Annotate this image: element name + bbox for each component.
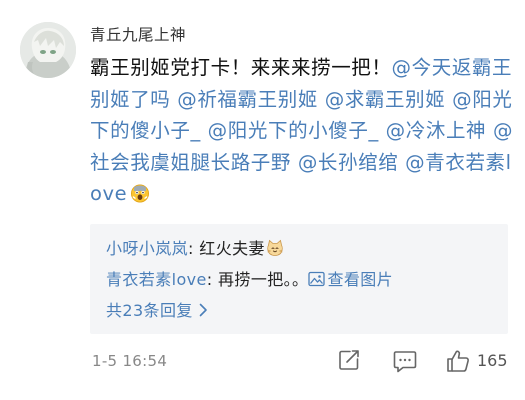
reply-item: 青衣若素love: 再捞一把。。 查看图片	[106, 266, 393, 290]
comment-card: 青丘九尾上神 霸王别姬党打卡！来来来捞一把！@今天返霸王别姬了吗 @祈福霸王别姬…	[0, 0, 525, 400]
view-image-label: 查看图片	[327, 270, 394, 289]
comment-button[interactable]	[392, 348, 418, 374]
reply-username[interactable]: 青衣若素love	[106, 270, 207, 289]
more-replies-label: 共23条回复	[106, 301, 193, 320]
fearful-face-emoji	[130, 181, 150, 203]
comment-timestamp: 1-5 16:54	[92, 352, 168, 370]
chevron-right-icon	[199, 302, 208, 321]
share-icon	[339, 350, 359, 370]
avatar-image	[20, 22, 76, 78]
image-icon	[308, 271, 326, 287]
comment-username[interactable]: 青丘九尾上神	[90, 23, 186, 45]
comment-intro-text: 霸王别姬党打卡！来来来捞一把！	[90, 56, 392, 79]
reply-separator: :	[206, 270, 219, 289]
view-image-link[interactable]: 查看图片	[308, 270, 393, 289]
mention-link[interactable]: @长孙绾绾	[298, 151, 399, 174]
like-button[interactable]: 165	[445, 348, 515, 374]
reply-separator: :	[188, 239, 200, 258]
avatar[interactable]	[20, 22, 76, 78]
share-button[interactable]	[337, 348, 361, 374]
mention-link[interactable]: @祈福霸王别姬	[177, 88, 318, 111]
mention-link[interactable]: @冷沐上神	[386, 119, 487, 142]
more-replies-link[interactable]: 共23条回复	[106, 297, 208, 321]
mention-link[interactable]: @阳光下的小傻子_	[208, 119, 379, 142]
thumbs-up-icon	[447, 350, 469, 372]
reply-item: 小呀小岚岚: 红火夫妻	[106, 235, 284, 259]
cat-face-emoji	[266, 239, 284, 257]
comment-icon	[393, 351, 417, 373]
reply-text: 红火夫妻	[199, 239, 265, 258]
mention-link[interactable]: @求霸王别姬	[325, 88, 446, 111]
like-count: 165	[477, 351, 508, 370]
reply-username[interactable]: 小呀小岚岚	[106, 239, 188, 258]
reply-list: 小呀小岚岚: 红火夫妻 青衣若素love: 再捞一把。。 查看图片 共23条回复	[90, 224, 508, 334]
comment-text: 霸王别姬党打卡！来来来捞一把！@今天返霸王别姬了吗 @祈福霸王别姬 @求霸王别姬…	[90, 52, 518, 210]
reply-text: 再捞一把。。	[218, 270, 309, 289]
